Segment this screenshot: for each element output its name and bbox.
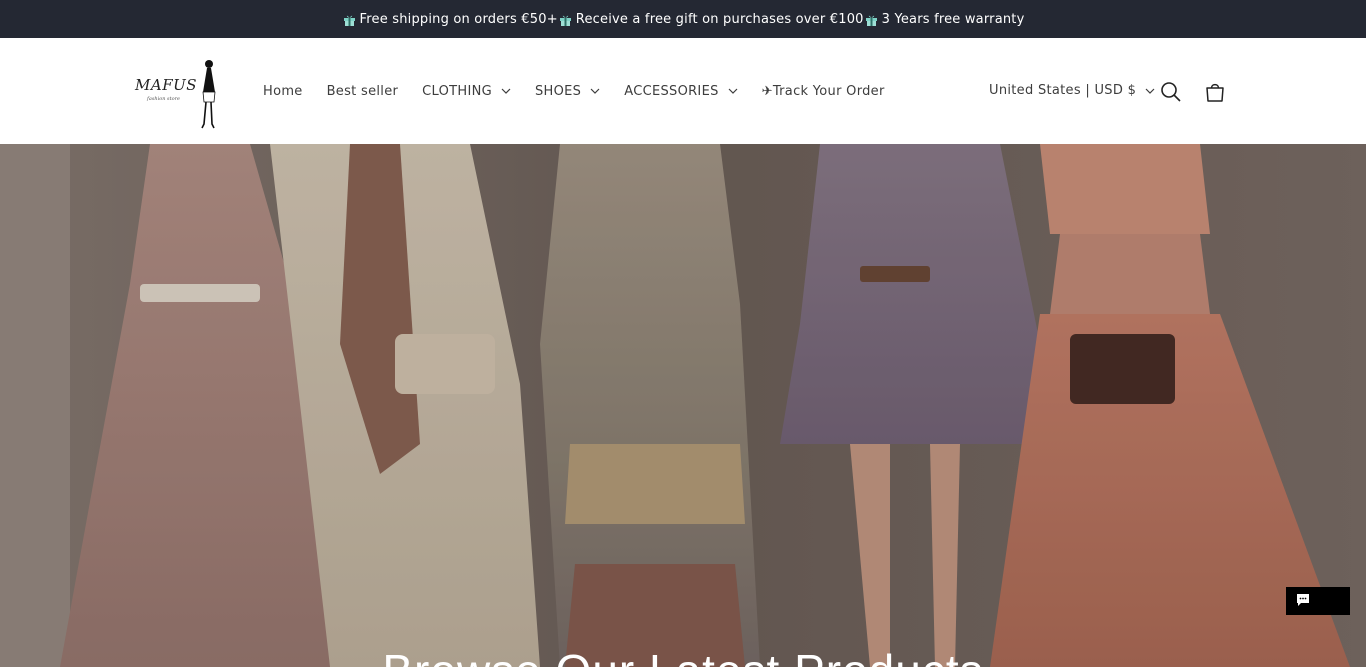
gift-icon [343,15,355,26]
chevron-down-icon [590,88,600,94]
main-nav: Home Best seller CLOTHING SHOES ACCESSOR… [263,38,885,144]
nav-clothing[interactable]: CLOTHING [422,84,511,99]
logo-wordmark: MAFUS [135,76,198,94]
chevron-down-icon [1145,88,1155,94]
store-logo[interactable]: MAFUS fashion store [133,58,223,130]
site-header: MAFUS fashion store Home Best seller CLO… [0,38,1366,144]
hero-title: Browse Our Latest Products [0,644,1366,667]
nav-home[interactable]: Home [263,84,303,99]
nav-shoes-label: SHOES [535,83,582,99]
nav-home-label: Home [263,83,303,99]
gift-icon [865,15,877,26]
nav-accessories[interactable]: ACCESSORIES [624,83,738,99]
country-currency-selector[interactable]: United States | USD $ [989,83,1155,98]
announcement-segment: 3 Years free warranty [864,12,1025,27]
announcement-bar: Free shipping on orders €50+ Receive a f… [0,0,1366,38]
nav-track-order-label: ✈Track Your Order [761,83,885,99]
locale-label: United States | USD $ [989,83,1137,98]
chevron-down-icon [728,88,738,94]
nav-shoes[interactable]: SHOES [535,84,600,99]
nav-clothing-label: CLOTHING [422,83,492,99]
nav-best-seller-label: Best seller [326,83,399,99]
announcement-text: 3 Years free warranty [881,11,1025,27]
hero-banner: Browse Our Latest Products [0,144,1366,667]
announcement-segment: Receive a free gift on purchases over €1… [558,12,864,27]
nav-track-order[interactable]: ✈Track Your Order [762,84,885,99]
hero-overlay [0,144,1366,667]
logo-figure-icon [201,60,216,129]
chat-icon [1297,594,1309,606]
nav-accessories-label: ACCESSORIES [624,83,719,99]
logo-tagline: fashion store [147,96,180,102]
announcement-text: Free shipping on orders €50+ [359,11,558,27]
announcement-segment: Free shipping on orders €50+ [342,12,558,27]
nav-best-seller[interactable]: Best seller [327,84,399,99]
chevron-down-icon [501,88,511,94]
search-icon[interactable] [1160,81,1182,103]
chat-button[interactable] [1286,587,1350,615]
cart-icon[interactable] [1204,81,1226,103]
announcement-text: Receive a free gift on purchases over €1… [575,11,864,27]
gift-icon [559,15,571,26]
